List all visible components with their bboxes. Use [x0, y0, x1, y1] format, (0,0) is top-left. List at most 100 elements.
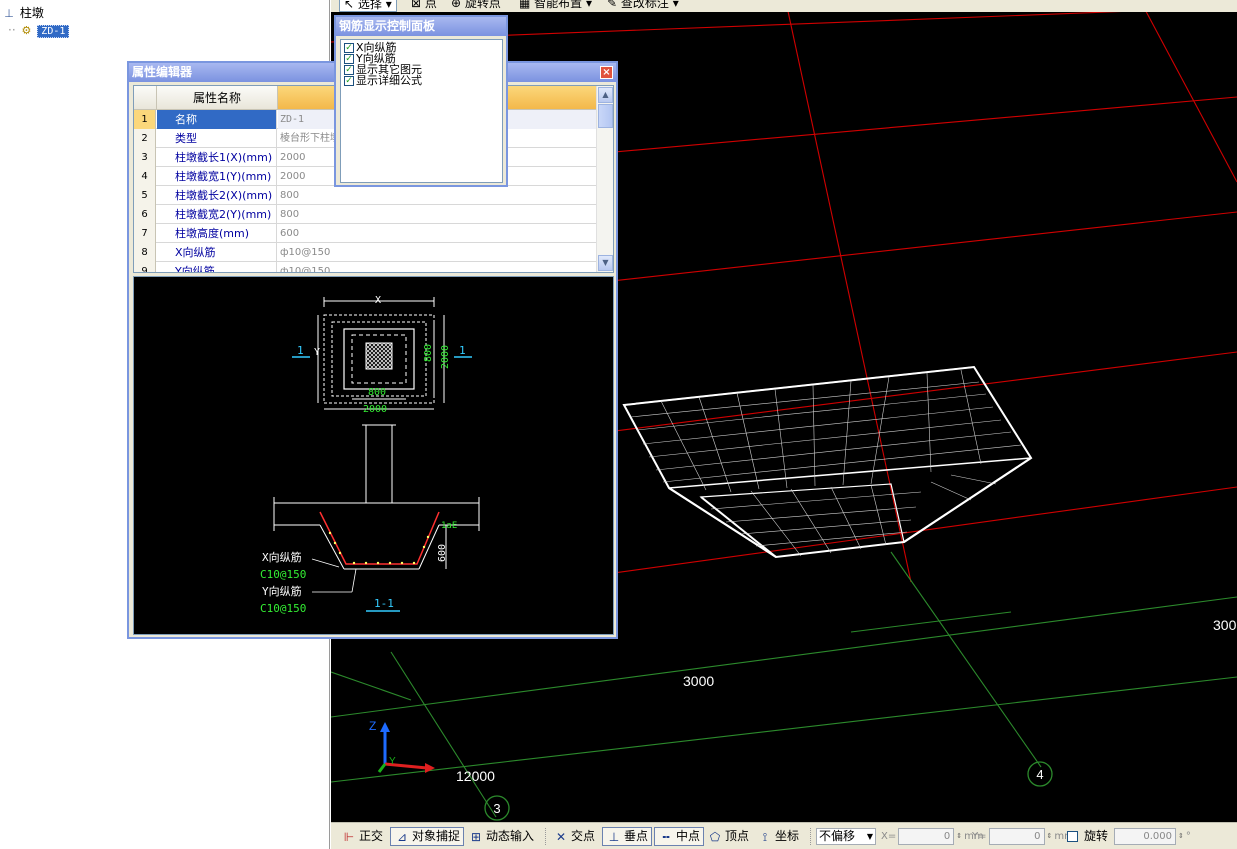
- ortho-icon: ⊩: [343, 829, 355, 844]
- scroll-down-button[interactable]: ▼: [598, 255, 613, 271]
- option-label: 显示详细公式: [356, 74, 422, 87]
- property-row[interactable]: 8 X向纵筋 ф10@150: [134, 243, 597, 262]
- dynamic-input-label: 动态输入: [486, 829, 535, 843]
- tree-connector: ··: [8, 23, 16, 37]
- section-drawing-preview: X Y 800 2000 800 2000 1 1 1aE 600 X向纵筋 C…: [133, 276, 614, 635]
- property-value-input[interactable]: 800: [278, 205, 598, 224]
- section-mark-left: 1: [297, 344, 304, 357]
- intersection-icon: ✕: [555, 829, 567, 844]
- y-rebar-spec: C10@150: [260, 602, 306, 615]
- property-name: 柱墩截长2(X)(mm): [157, 186, 277, 205]
- rotate-angle-input[interactable]: 0.000: [1114, 828, 1177, 845]
- midpoint-icon: ╍: [662, 829, 670, 844]
- tree-child-label: ZD-1: [37, 25, 70, 38]
- section-drawing-canvas: X Y 800 2000 800 2000 1 1 1aE 600 X向纵筋 C…: [260, 295, 480, 615]
- smart-layout-button[interactable]: ▦ 智能布置 ▾: [519, 0, 592, 12]
- tree-root-item[interactable]: ⊥ 柱墩: [2, 5, 44, 21]
- spinner-icon[interactable]: ⇕: [1047, 827, 1053, 846]
- property-name: 柱墩截宽1(Y)(mm): [157, 167, 277, 186]
- dim-2000-v: 2000: [440, 345, 451, 369]
- dim-2000-h: 2000: [363, 404, 387, 415]
- ortho-button[interactable]: ⊩ 正交: [341, 827, 383, 846]
- dimension-3000: 3000: [683, 673, 714, 689]
- perpendicular-snap-button[interactable]: ⊥ 垂点: [602, 827, 653, 846]
- rebar-panel-title[interactable]: 钢筋显示控制面板: [336, 17, 506, 36]
- vertical-scrollbar[interactable]: ▲ ▼: [596, 86, 613, 272]
- rotate-point-label: 旋转点: [464, 0, 501, 10]
- dynamic-input-button[interactable]: ⊞ 动态输入: [468, 827, 534, 846]
- x-label: X=: [881, 831, 897, 842]
- checkbox-checked-icon[interactable]: ✓: [344, 75, 354, 86]
- vertex-snap-button[interactable]: ⬠ 顶点: [707, 827, 749, 846]
- rotate-point-button[interactable]: ⊕ 旋转点: [451, 0, 501, 12]
- edit-annotation-icon: ✎: [607, 0, 618, 10]
- property-value-input[interactable]: ф10@150: [278, 243, 598, 262]
- intersection-label: 交点: [571, 829, 596, 843]
- vertex-label: 顶点: [725, 829, 750, 843]
- ortho-label: 正交: [359, 829, 384, 843]
- dynamic-input-icon: ⊞: [470, 829, 482, 844]
- property-name: X向纵筋: [157, 243, 277, 262]
- rebar-display-panel: 钢筋显示控制面板 ✓ X向纵筋 ✓ Y向纵筋 ✓ 显示其它图元 ✓ 显示详细公式: [334, 15, 508, 187]
- smart-layout-icon: ▦: [519, 0, 531, 10]
- scrollbar-thumb[interactable]: [598, 104, 613, 128]
- smart-layout-label: 智能布置: [534, 0, 583, 10]
- y-rebar-label: Y向纵筋: [262, 584, 302, 598]
- tree-root-label: 柱墩: [19, 6, 44, 20]
- intersection-snap-button[interactable]: ✕ 交点: [553, 827, 595, 846]
- checkbox-checked-icon[interactable]: ✓: [344, 53, 354, 64]
- point-icon: ⊠: [411, 0, 422, 10]
- x-coordinate-input[interactable]: 0: [898, 828, 955, 845]
- close-button[interactable]: ×: [600, 66, 613, 79]
- chevron-down-icon: ▼: [866, 832, 873, 841]
- rotate-label: 旋转: [1084, 829, 1109, 843]
- property-name: 柱墩高度(mm): [157, 224, 277, 243]
- property-value-input[interactable]: 600: [278, 224, 598, 243]
- degree-label: °: [1185, 831, 1191, 842]
- select-label: 选择: [357, 0, 382, 11]
- property-row[interactable]: 5 柱墩截长2(X)(mm) 800: [134, 186, 597, 205]
- property-row[interactable]: 7 柱墩高度(mm) 600: [134, 224, 597, 243]
- y-coordinate-input[interactable]: 0: [988, 828, 1045, 845]
- dim-600: 600: [437, 544, 448, 562]
- spinner-icon[interactable]: ⇕: [1178, 827, 1184, 846]
- checkbox-checked-icon[interactable]: ✓: [344, 64, 354, 75]
- coordinate-label: 坐标: [775, 829, 800, 843]
- option-show-formula[interactable]: ✓ 显示详细公式: [341, 75, 502, 86]
- y-label: Y=: [972, 831, 987, 842]
- row-number: 6: [134, 205, 156, 224]
- coordinate-snap-button[interactable]: ⟟ 坐标: [757, 827, 799, 846]
- point-button[interactable]: ⊠ 点: [411, 0, 437, 12]
- grid-corner-header: [134, 86, 157, 110]
- property-name: Y向纵筋: [157, 262, 277, 272]
- offset-mode-select[interactable]: 不偏移 ▼: [816, 827, 876, 846]
- rotate-checkbox[interactable]: [1067, 831, 1078, 842]
- gear-icon: ⚙: [21, 24, 32, 37]
- object-snap-icon: ⊿: [396, 829, 408, 844]
- midpoint-snap-button[interactable]: ╍ 中点: [654, 827, 705, 846]
- tree-child-item[interactable]: ·· ⚙ ZD-1: [8, 22, 70, 38]
- section-title: 1-1: [374, 597, 394, 610]
- property-value-input[interactable]: 800: [278, 186, 598, 205]
- object-snap-button[interactable]: ⊿ 对象捕捉: [390, 827, 465, 846]
- select-button[interactable]: ↖ 选择 ▾: [339, 0, 397, 12]
- property-name: 柱墩截宽2(Y)(mm): [157, 205, 277, 224]
- x-rebar-spec: C10@150: [260, 568, 306, 581]
- row-number: 9: [134, 262, 156, 272]
- checkbox-checked-icon[interactable]: ✓: [344, 42, 354, 53]
- rebar-option-list: ✓ X向纵筋 ✓ Y向纵筋 ✓ 显示其它图元 ✓ 显示详细公式: [340, 39, 503, 183]
- midpoint-label: 中点: [676, 829, 701, 843]
- column-icon: ⊥: [4, 7, 14, 20]
- property-row[interactable]: 9 Y向纵筋 ф10@150: [134, 262, 598, 272]
- scroll-up-button[interactable]: ▲: [598, 87, 613, 103]
- property-value-input[interactable]: ф10@150: [278, 262, 598, 272]
- separator: [545, 828, 547, 845]
- coordinate-icon: ⟟: [762, 829, 768, 844]
- top-toolbar: ↖ 选择 ▾ ⊠ 点 ⊕ 旋转点 ▦ 智能布置 ▾ ✎ 查改标注 ▾: [331, 0, 1237, 12]
- edit-annotation-button[interactable]: ✎ 查改标注 ▾: [607, 0, 679, 12]
- property-row[interactable]: 6 柱墩截宽2(Y)(mm) 800: [134, 205, 597, 224]
- property-name: 柱墩截长1(X)(mm): [157, 148, 277, 167]
- axis-z-label: Z: [369, 719, 376, 733]
- axis-label-4: 4: [1036, 767, 1043, 782]
- spinner-icon[interactable]: ⇕: [956, 827, 962, 846]
